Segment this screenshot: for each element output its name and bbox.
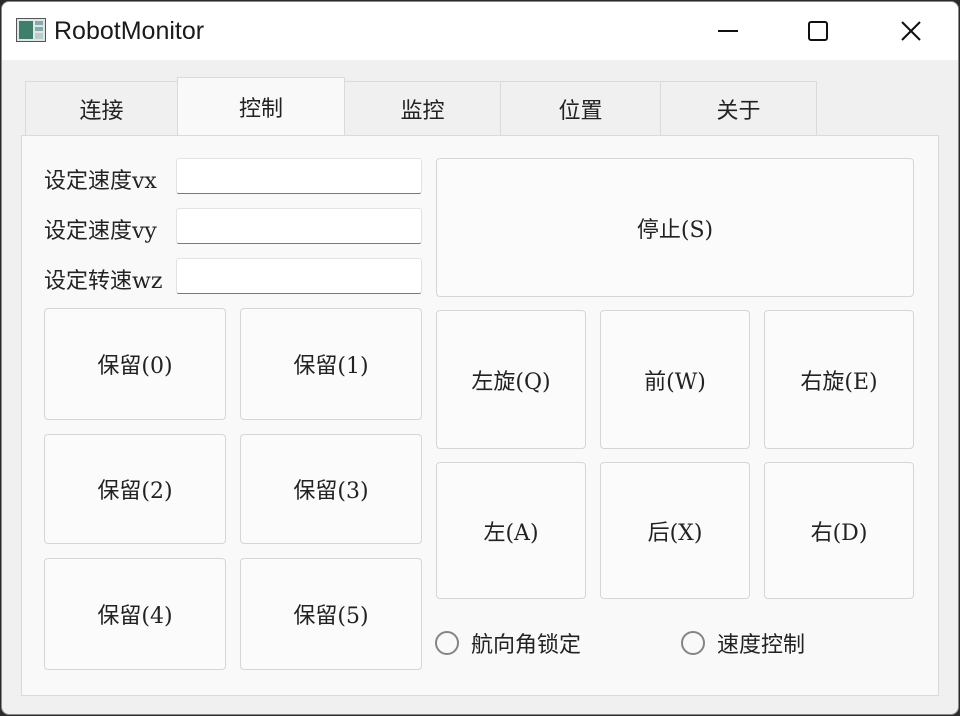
rotate-left-button[interactable]: 左旋(Q) xyxy=(436,310,586,449)
reserved-button-5[interactable]: 保留(5) xyxy=(240,558,422,670)
backward-button[interactable]: 后(X) xyxy=(600,462,750,599)
app-icon xyxy=(16,18,46,42)
heading-lock-radio[interactable]: 航向角锁定 xyxy=(435,627,581,659)
maximize-button[interactable] xyxy=(773,2,863,60)
tab-about[interactable]: 关于 xyxy=(660,81,817,136)
reserved-button-1[interactable]: 保留(1) xyxy=(240,308,422,420)
close-button[interactable] xyxy=(866,2,956,60)
heading-lock-label: 航向角锁定 xyxy=(471,633,582,658)
close-icon xyxy=(901,21,921,41)
minimize-icon xyxy=(718,30,738,32)
minimize-button[interactable] xyxy=(683,2,773,60)
maximize-icon xyxy=(808,21,828,41)
vx-input[interactable] xyxy=(176,158,422,194)
vy-label: 设定速度vy xyxy=(44,219,157,244)
reserved-button-4[interactable]: 保留(4) xyxy=(44,558,226,670)
reserved-button-0[interactable]: 保留(0) xyxy=(44,308,226,420)
forward-button[interactable]: 前(W) xyxy=(600,310,750,449)
radio-circle-icon xyxy=(681,631,705,655)
tab-control[interactable]: 控制 xyxy=(177,77,345,135)
vy-input[interactable] xyxy=(176,208,422,244)
stop-button[interactable]: 停止(S) xyxy=(436,158,914,297)
rotate-right-button[interactable]: 右旋(E) xyxy=(764,310,914,449)
app-window: RobotMonitor 连接 控制 监控 位置 关于 设定速度vx 设定速度v… xyxy=(1,1,959,715)
tab-connect[interactable]: 连接 xyxy=(25,81,178,136)
left-button[interactable]: 左(A) xyxy=(436,462,586,599)
wz-input[interactable] xyxy=(176,258,422,294)
right-button[interactable]: 右(D) xyxy=(764,462,914,599)
tab-position[interactable]: 位置 xyxy=(500,81,661,136)
speed-control-label: 速度控制 xyxy=(717,633,806,658)
reserved-button-3[interactable]: 保留(3) xyxy=(240,434,422,544)
wz-label: 设定转速wz xyxy=(44,269,163,294)
tab-monitor[interactable]: 监控 xyxy=(344,81,501,136)
title-bar: RobotMonitor xyxy=(2,2,958,60)
speed-control-radio[interactable]: 速度控制 xyxy=(681,627,805,659)
radio-circle-icon xyxy=(435,631,459,655)
window-title: RobotMonitor xyxy=(54,17,205,45)
control-panel: 设定速度vx 设定速度vy 设定转速wz 保留(0) 保留(1) 保留(2) 保… xyxy=(21,135,939,696)
vx-label: 设定速度vx xyxy=(44,169,157,194)
reserved-button-2[interactable]: 保留(2) xyxy=(44,434,226,544)
